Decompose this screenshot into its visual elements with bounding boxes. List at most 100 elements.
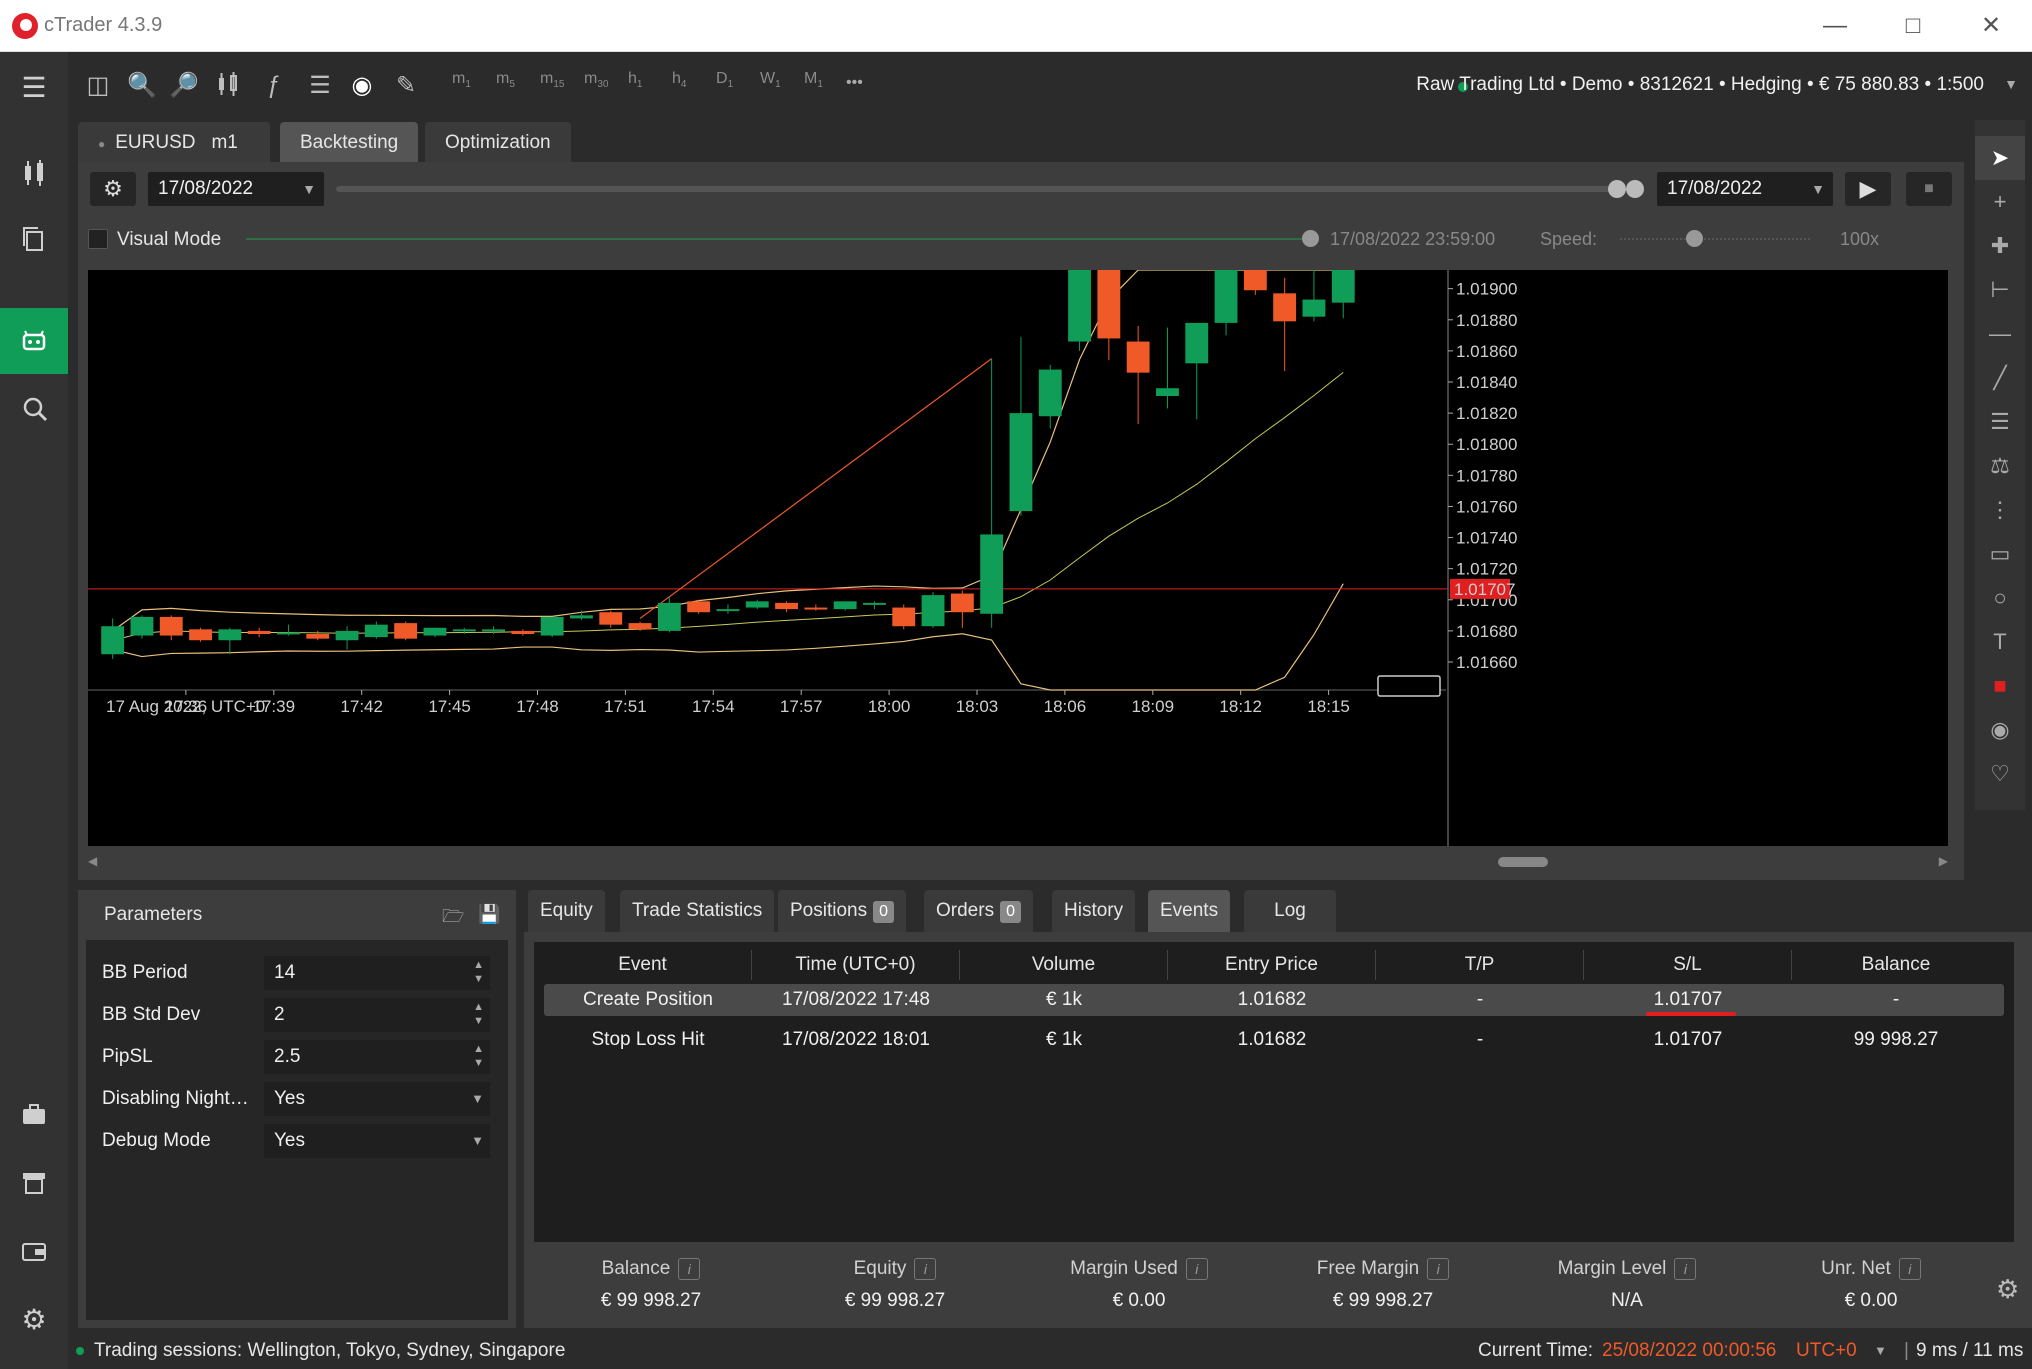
param-bb-std-dev-input[interactable]: 2 ▲ ▼ [264, 998, 490, 1032]
timezone-select[interactable]: UTC+0 [1796, 1332, 1857, 1369]
portfolio-briefcase-icon[interactable] [0, 1082, 68, 1148]
help-icon[interactable]: ? [0, 1354, 68, 1369]
table-row[interactable]: Create Position 17/08/2022 17:48 € 1k 1.… [544, 984, 2004, 1016]
tab-optimization[interactable]: Optimization [425, 122, 571, 164]
summary-settings-gear-icon[interactable]: ⚙ [1996, 1274, 2019, 1305]
crosshair-icon[interactable]: + [1975, 180, 2025, 224]
scroll-left-icon[interactable]: ◀ [88, 854, 97, 868]
alert-bell-icon[interactable]: ♡ [1975, 752, 2025, 796]
param-bb-period-input[interactable]: 14 ▲ ▼ [264, 956, 490, 990]
fibonacci-retracement-icon[interactable]: ⋮ [1975, 488, 2025, 532]
layers-icon[interactable]: ☰ [304, 70, 336, 102]
account-dropdown-icon[interactable]: ▼ [2004, 76, 2018, 92]
scroll-thumb[interactable] [1498, 857, 1548, 867]
timeframe-m30[interactable]: m30 [584, 70, 608, 90]
range-end-handle[interactable] [1626, 180, 1644, 198]
pitchfork-icon[interactable]: ⚖ [1975, 444, 2025, 488]
timeframe-m1[interactable]: m1 [452, 70, 471, 90]
info-icon[interactable]: i [1185, 1258, 1208, 1280]
timeframe-h1[interactable]: h1 [628, 70, 642, 90]
tab-events[interactable]: Events [1148, 890, 1231, 932]
indicators-icon[interactable]: ƒ [258, 70, 290, 102]
trend-line-icon[interactable]: ╱ [1975, 356, 2025, 400]
trade-icon[interactable] [0, 140, 68, 206]
column-header-balance[interactable]: Balance [1792, 950, 2000, 980]
tab-log[interactable]: Log [1244, 890, 1336, 932]
wallet-icon[interactable] [0, 1218, 68, 1284]
column-header-event[interactable]: Event [534, 950, 752, 980]
tab-equity[interactable]: Equity [528, 890, 605, 932]
horizontal-line-icon[interactable]: — [1975, 312, 2025, 356]
menu-hamburger-icon[interactable]: ☰ [0, 54, 68, 120]
param-disabling-night-select[interactable]: Yes ▼ [264, 1082, 490, 1116]
info-icon[interactable]: i [1674, 1258, 1697, 1280]
timeframe-h4[interactable]: h4 [672, 70, 686, 90]
timeframe-m5[interactable]: m5 [496, 70, 515, 90]
timezone-dropdown-icon[interactable]: ▼ [1874, 1332, 1887, 1369]
open-folder-icon[interactable]: 🗁 [442, 904, 464, 934]
play-button[interactable]: ▶ [1845, 172, 1891, 206]
column-header-entry-price[interactable]: Entry Price [1168, 950, 1376, 980]
price-chart[interactable]: 1.01900 1.01880 1.01860 1.01840 1.01820 1.018… [88, 269, 1948, 846]
minimize-icon[interactable]: — [1810, 8, 1860, 44]
automate-robot-icon[interactable] [0, 308, 68, 374]
tab-backtesting[interactable]: Backtesting [280, 122, 419, 164]
text-tool-icon[interactable]: T [1975, 620, 2025, 664]
close-icon[interactable]: ✕ [1966, 8, 2016, 44]
param-debug-mode-select[interactable]: Yes ▼ [264, 1124, 490, 1158]
tab-orders[interactable]: Orders 0 [924, 890, 1033, 932]
column-header-tp[interactable]: T/P [1376, 950, 1584, 980]
table-row[interactable]: Stop Loss Hit 17/08/2022 18:01 € 1k 1.01… [544, 1024, 2004, 1056]
visual-progress-handle[interactable] [1302, 230, 1319, 247]
store-icon[interactable] [0, 1150, 68, 1216]
color-picker-icon[interactable]: ■ [1975, 664, 2025, 708]
speed-handle[interactable] [1686, 230, 1703, 247]
eye-icon[interactable]: ◉ [346, 70, 378, 102]
range-start-handle[interactable] [1608, 180, 1626, 198]
ellipse-icon[interactable]: ○ [1975, 576, 2025, 620]
param-pipsl-input[interactable]: 2.5 ▲ ▼ [264, 1040, 490, 1074]
info-icon[interactable]: i [914, 1258, 937, 1280]
settings-gear-icon[interactable]: ⚙ [0, 1286, 68, 1352]
more-timeframes-button[interactable]: ••• [846, 74, 863, 92]
chart-settings-icon[interactable]: ✎ [390, 70, 422, 102]
info-icon[interactable]: i [678, 1258, 701, 1280]
tab-symbol[interactable]: ● EURUSD m1 [78, 122, 270, 164]
stepper-icon[interactable]: ▲ ▼ [473, 1042, 484, 1070]
chart-horizontal-scrollbar[interactable]: ◀ ▶ [88, 854, 1948, 870]
timeframe-w1[interactable]: W1 [760, 70, 781, 90]
cursor-arrow-icon[interactable]: ➤ [1975, 136, 2025, 180]
analyze-icon[interactable] [0, 376, 68, 442]
copy-icon[interactable] [0, 206, 68, 272]
tab-trade-statistics[interactable]: Trade Statistics [620, 890, 775, 932]
tab-history[interactable]: History [1052, 890, 1136, 932]
candlestick-chart-icon[interactable] [212, 70, 244, 102]
fibonacci-fan-icon[interactable]: ☰ [1975, 400, 2025, 444]
timeframe-d1[interactable]: D1 [716, 70, 733, 90]
timeframe-m15[interactable]: m15 [540, 70, 564, 90]
stepper-icon[interactable]: ▲ ▼ [473, 958, 484, 986]
info-icon[interactable]: i [1427, 1258, 1450, 1280]
vertical-line-icon[interactable]: ⊢ [1975, 268, 2025, 312]
info-icon[interactable]: i [1898, 1258, 1921, 1280]
timeframe-mn1[interactable]: M1 [804, 70, 823, 90]
column-header-volume[interactable]: Volume [960, 950, 1168, 980]
stop-button[interactable]: ■ [1906, 172, 1952, 206]
crosshair-marker-icon[interactable]: ✚ [1975, 224, 2025, 268]
account-info[interactable]: Raw Trading Ltd • Demo • 8312621 • Hedgi… [1416, 74, 1984, 96]
zoom-in-icon[interactable]: 🔎 [168, 70, 200, 102]
scroll-right-icon[interactable]: ▶ [1939, 854, 1948, 868]
maximize-icon[interactable]: □ [1888, 8, 1938, 44]
column-header-sl[interactable]: S/L [1584, 950, 1792, 980]
start-date-select[interactable]: 17/08/2022 ▼ [148, 172, 324, 206]
column-header-time[interactable]: Time (UTC+0) [752, 950, 960, 980]
layout-icon[interactable]: ◫ [82, 70, 114, 102]
visual-mode-checkbox[interactable] [88, 229, 108, 249]
camera-icon[interactable]: ◉ [1975, 708, 2025, 752]
zoom-out-icon[interactable]: 🔍 [126, 70, 158, 102]
rectangle-icon[interactable]: ▭ [1975, 532, 2025, 576]
backtest-settings-gear-icon[interactable]: ⚙ [90, 172, 136, 206]
stepper-icon[interactable]: ▲ ▼ [473, 1000, 484, 1028]
tab-positions[interactable]: Positions 0 [778, 890, 907, 932]
end-date-select[interactable]: 17/08/2022 ▼ [1657, 172, 1833, 206]
